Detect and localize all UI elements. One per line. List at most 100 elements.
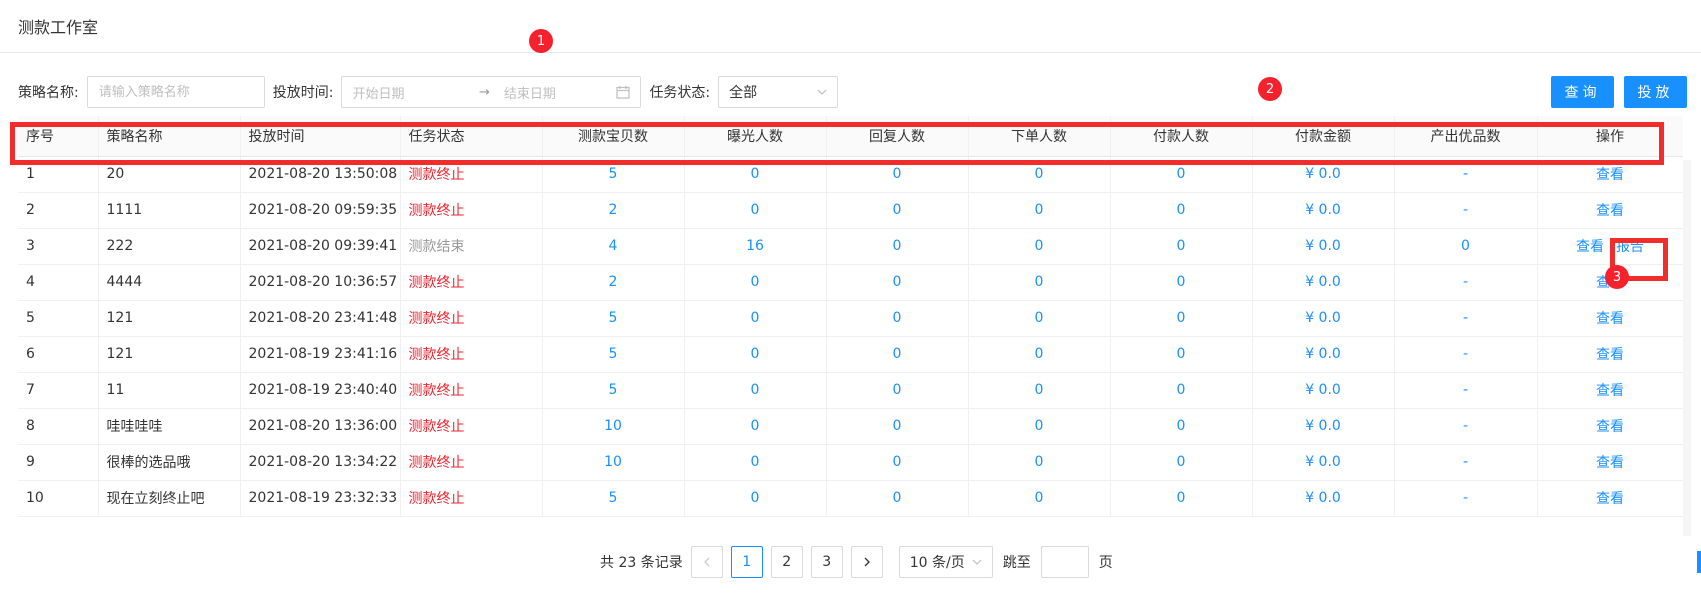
cell-payment-amount: ¥ 0.0 [1252, 444, 1395, 481]
cell-actions: 查看 [1537, 372, 1683, 409]
cell-payers: 0 [1110, 228, 1253, 265]
column-header-task-status: 任务状态 [400, 116, 543, 157]
cell-exposure: 0 [684, 480, 827, 517]
query-button[interactable]: 查询 [1551, 76, 1614, 108]
task-status-select[interactable]: 全部 [718, 76, 839, 108]
strategy-table: 序号 策略名称 投放时间 任务状态 测款宝贝数 曝光人数 回复人数 下单人数 付… [18, 116, 1683, 517]
view-link[interactable]: 查看 [1596, 167, 1624, 183]
report-link[interactable]: 报告 [1616, 239, 1644, 255]
cell-good-products: - [1394, 372, 1538, 409]
cell-payers: 0 [1110, 372, 1253, 409]
page-size-value: 10 条/页 [909, 555, 965, 571]
page-button-2[interactable]: 2 [770, 546, 803, 578]
cell-launch-time: 2021-08-20 23:41:48 [240, 300, 401, 337]
table-row: 9 很棒的选品哦 2021-08-20 13:34:22 测款终止 10 0 0 0 0 ¥ 0.… [18, 444, 1683, 481]
view-link[interactable]: 查看 [1596, 347, 1624, 363]
cell-index: 2 [18, 192, 99, 229]
column-header-actions: 操作 [1537, 116, 1683, 157]
cell-index: 7 [18, 372, 99, 409]
pagination-total: 共 23 条记录 [600, 555, 683, 571]
view-link[interactable]: 查看 [1596, 311, 1624, 327]
cell-strategy-name: 4444 [98, 264, 241, 301]
table-scrollbar[interactable] [1683, 160, 1691, 536]
cell-index: 9 [18, 444, 99, 481]
cell-payers: 0 [1110, 156, 1253, 193]
jump-page-input[interactable] [1040, 546, 1089, 578]
cell-payment-amount: ¥ 0.0 [1252, 480, 1395, 517]
end-date-input[interactable]: 结束日期 [504, 83, 617, 102]
cell-strategy-name: 121 [98, 336, 241, 373]
page-title: 测款工作室 [18, 18, 99, 37]
cell-strategy-name: 20 [98, 156, 241, 193]
cell-orders: 0 [968, 408, 1111, 445]
cell-payment-amount: ¥ 0.0 [1252, 372, 1395, 409]
cell-payers: 0 [1110, 336, 1253, 373]
page-root: 测款工作室 1 2 策略名称: 投放时间: 开始日期 → 结束日期 任务状态: … [0, 0, 1701, 600]
table-row: 5 121 2021-08-20 23:41:48 测款终止 5 0 0 0 0 ¥ 0.0- 查看 [18, 300, 1683, 337]
column-header-launch-time: 投放时间 [240, 116, 401, 157]
cell-launch-time: 2021-08-20 13:34:22 [240, 444, 401, 481]
cell-strategy-name: 222 [98, 228, 241, 265]
cell-replies: 0 [826, 480, 969, 517]
cell-exposure: 0 [684, 300, 827, 337]
cell-index: 1 [18, 156, 99, 193]
cell-strategy-name: 现在立刻终止吧 [98, 480, 241, 517]
view-link[interactable]: 查看 [1596, 383, 1624, 399]
cell-item-count: 10 [542, 408, 685, 445]
cell-payment-amount: ¥ 0.0 [1252, 192, 1395, 229]
title-divider [0, 52, 1701, 53]
view-link[interactable]: 查看 [1596, 419, 1624, 435]
cell-actions: 查看 [1537, 336, 1683, 373]
cell-launch-time: 2021-08-20 13:36:00 [240, 408, 401, 445]
cell-payment-amount: ¥ 0.0 [1252, 300, 1395, 337]
cell-exposure: 0 [684, 444, 827, 481]
cell-exposure: 0 [684, 336, 827, 373]
page-button-3[interactable]: 3 [810, 546, 843, 578]
view-link[interactable]: 查看 [1596, 203, 1624, 219]
date-separator-icon: → [478, 84, 490, 100]
cell-payers: 0 [1110, 192, 1253, 229]
cell-good-products: - [1394, 192, 1538, 229]
column-header-payers: 付款人数 [1110, 116, 1253, 157]
cell-replies: 0 [826, 336, 969, 373]
view-link[interactable]: 查看 [1596, 455, 1624, 471]
cell-replies: 0 [826, 444, 969, 481]
cell-exposure: 0 [684, 156, 827, 193]
date-range-picker[interactable]: 开始日期 → 结束日期 [341, 76, 642, 108]
annotation-badge-1: 1 [529, 29, 553, 53]
cell-strategy-name: 哇哇哇哇 [98, 408, 241, 445]
cell-replies: 0 [826, 372, 969, 409]
chevron-right-icon [864, 557, 870, 567]
start-date-input[interactable]: 开始日期 [352, 83, 465, 102]
cell-task-status: 测款终止 [400, 408, 543, 445]
edge-scroll-marker [1697, 551, 1701, 573]
cell-replies: 0 [826, 156, 969, 193]
cell-strategy-name: 1111 [98, 192, 241, 229]
page-button-1[interactable]: 1 [730, 546, 763, 578]
prev-page-button[interactable] [690, 546, 723, 578]
cell-good-products: - [1394, 408, 1538, 445]
strategy-name-input[interactable] [86, 76, 265, 108]
page-size-select[interactable]: 10 条/页 [898, 546, 993, 578]
view-link[interactable]: 查看 [1576, 239, 1604, 255]
cell-orders: 0 [968, 372, 1111, 409]
chevron-down-icon [972, 559, 982, 565]
launch-button[interactable]: 投放 [1624, 76, 1687, 108]
cell-orders: 0 [968, 228, 1111, 265]
view-link[interactable]: 查看 [1596, 491, 1624, 507]
cell-good-products: - [1394, 444, 1538, 481]
cell-launch-time: 2021-08-20 09:39:41 [240, 228, 401, 265]
cell-actions: 查看 报告 [1537, 228, 1683, 265]
next-page-button[interactable] [850, 546, 883, 578]
cell-actions: 查看 [1537, 480, 1683, 517]
cell-exposure: 16 [684, 228, 827, 265]
cell-index: 5 [18, 300, 99, 337]
cell-payment-amount: ¥ 0.0 [1252, 156, 1395, 193]
cell-payment-amount: ¥ 0.0 [1252, 228, 1395, 265]
table-row: 6 121 2021-08-19 23:41:16 测款终止 5 0 0 0 0 ¥ 0.0- 查看 [18, 336, 1683, 373]
cell-exposure: 0 [684, 192, 827, 229]
cell-actions: 查看 [1537, 156, 1683, 193]
cell-task-status: 测款结束 [400, 228, 543, 265]
cell-launch-time: 2021-08-20 09:59:35 [240, 192, 401, 229]
cell-orders: 0 [968, 336, 1111, 373]
